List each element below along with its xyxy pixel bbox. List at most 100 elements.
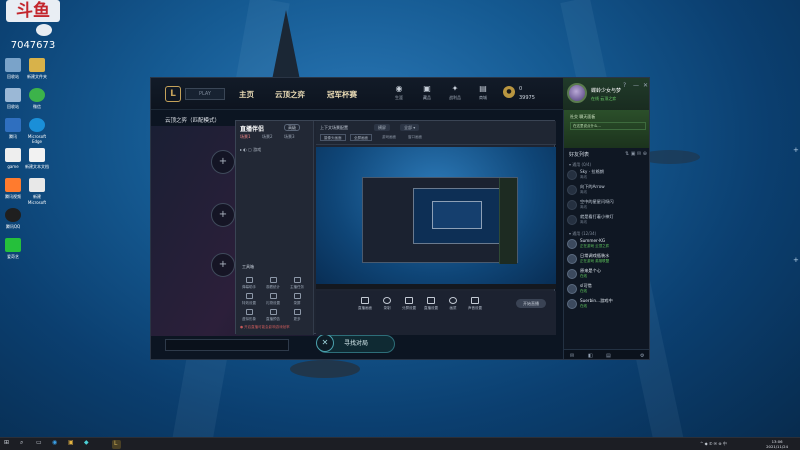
lobby-chat-input[interactable] <box>165 339 289 351</box>
stream-control-button[interactable]: 分屏设置 <box>398 297 420 311</box>
social-banner-input[interactable]: 在这里说点什么... <box>570 122 646 130</box>
friend-status: 离线 <box>580 175 587 179</box>
friends-toolbar[interactable]: ⇅ ▣ ✉ ⊕ <box>625 151 647 157</box>
close-icon[interactable]: ✕ <box>316 334 334 352</box>
friend-group-header[interactable]: ▾ 通用 (0/4) <box>569 162 591 168</box>
desktop-icon[interactable]: Microsoft Edge <box>24 118 50 144</box>
tab-scene-1[interactable]: 场景1 <box>240 134 251 140</box>
list-item[interactable]: 原来是个心 在线 <box>567 268 649 281</box>
career-button[interactable]: ◉ 生涯 <box>389 84 409 101</box>
desktop-icon-label: 腾讯QQ <box>5 224 21 229</box>
list-item[interactable]: Sky · 拉格朗 离线 <box>567 169 649 182</box>
notes-icon[interactable]: ▤ <box>606 353 611 359</box>
tool-button[interactable]: 虚拟形象 <box>240 309 258 322</box>
league-client-taskbar-button[interactable]: L <box>112 440 121 449</box>
find-match-button[interactable]: ✕ 寻找对局 <box>316 334 395 353</box>
list-item[interactable]: 就是看打着小神灯 离线 <box>567 214 649 227</box>
desktop-icon[interactable]: 回收站 <box>0 58 26 80</box>
profile-header[interactable]: 蝶蛉少女与梦 在线 云顶之弈 ? — ✕ <box>563 78 649 110</box>
tool-button[interactable]: 弹幕助手 <box>240 277 258 290</box>
tool-button[interactable]: 特效设置 <box>240 293 258 306</box>
play-button[interactable]: PLAY <box>185 88 225 100</box>
tab-scene-3[interactable]: 场景3 <box>284 134 295 140</box>
list-item[interactable]: 空中的星星闪呀闪 离线 <box>567 199 649 212</box>
desktop-icon[interactable]: 腾讯QQ <box>0 208 26 230</box>
fullscreen-source-button[interactable]: 全屏画面 <box>350 134 372 141</box>
stream-control-button[interactable]: 直播画面 <box>354 297 376 311</box>
desktop-icon[interactable]: 回收站 <box>0 88 26 110</box>
avatar <box>567 215 577 225</box>
nav-tft[interactable]: 云顶之弈 <box>275 89 305 100</box>
gear-icon[interactable]: ⚙ <box>640 353 644 359</box>
control-label: 直播设置 <box>424 306 438 310</box>
system-clock[interactable]: 13:06 2021/11/24 <box>766 439 788 449</box>
tool-button[interactable]: 观看统计 <box>264 277 282 290</box>
mission-icon[interactable]: ◧ <box>588 353 593 359</box>
tool-button[interactable]: 录屏 <box>288 293 306 306</box>
whale-silhouette <box>290 360 360 378</box>
screen-icon <box>361 297 369 304</box>
friend-status: 正在游戏 云顶之弈 <box>580 244 610 248</box>
tool-button[interactable]: 礼物设置 <box>264 293 282 306</box>
list-item[interactable]: sl可惜 在线 <box>567 283 649 296</box>
desktop-icon[interactable]: 新建 Microsoft <box>24 178 50 205</box>
collection-button[interactable]: ▣ 藏品 <box>417 84 437 101</box>
close-button[interactable]: ✕ <box>643 82 648 89</box>
app-icon[interactable]: ◆ <box>84 439 89 446</box>
chat-icon[interactable]: ✉ <box>570 353 574 359</box>
help-button[interactable]: ? <box>623 82 626 89</box>
list-item[interactable]: 向下的Arrow 离线 <box>567 184 649 197</box>
desktop-icon[interactable]: 新建文件夹 <box>24 58 50 80</box>
desktop-icon-label: game <box>7 164 19 169</box>
edge-icon[interactable]: ◉ <box>52 439 57 446</box>
friend-group-header[interactable]: ▾ 通用 (12/34) <box>569 231 596 237</box>
record-icon <box>293 293 301 299</box>
desktop-icon[interactable]: 腾讯视频 <box>0 178 26 200</box>
minimize-button[interactable]: — <box>633 82 639 89</box>
start-stream-button[interactable]: 开始直播 <box>516 299 546 308</box>
source-filter-dropdown[interactable]: 全部 ▾ <box>400 124 420 131</box>
system-tray[interactable]: ^ ◆ ✆ ✉ ⊕ 中 <box>700 441 727 447</box>
list-item[interactable]: 日常调戏瓶装水 正在游戏 英雄联盟 <box>567 253 649 266</box>
tab-scene-2[interactable]: 场景2 <box>262 134 273 140</box>
tencent-icon <box>5 118 21 132</box>
file-explorer-icon[interactable]: ▣ <box>68 439 74 446</box>
desktop-icon-label: 腾讯视频 <box>5 194 21 199</box>
tool-button[interactable]: 主播任务 <box>288 277 306 290</box>
desktop-icon[interactable]: 微信 <box>24 88 50 110</box>
tool-button[interactable]: 直播预告 <box>264 309 282 322</box>
desktop-icon[interactable]: 爱奇艺 <box>0 238 26 260</box>
desktop-icon-label: 新建文本文档 <box>25 164 49 169</box>
invite-slot-button[interactable]: + <box>211 253 235 277</box>
store-button[interactable]: ▤ 商城 <box>473 84 493 101</box>
stream-control-button[interactable]: 录制 <box>376 297 398 311</box>
nav-home[interactable]: 主页 <box>239 89 254 100</box>
tool-button[interactable]: 更多 <box>288 309 306 322</box>
search-icon[interactable]: ⌕ <box>20 439 23 447</box>
window-source-button[interactable]: 窗口画面 <box>408 135 422 140</box>
desktop-icon[interactable]: game <box>0 148 26 169</box>
desktop-icon-label: 爱奇艺 <box>7 254 19 259</box>
invite-slot-button[interactable]: + <box>211 150 235 174</box>
orientation-chip[interactable]: 横屏 <box>374 124 390 131</box>
invite-slot-button[interactable]: + <box>211 203 235 227</box>
control-label: 画质 <box>449 306 457 310</box>
stream-control-button[interactable]: 画质 <box>442 297 464 311</box>
stream-control-button[interactable]: 直播设置 <box>420 297 442 311</box>
scene-source-row[interactable]: ▸ ◐ ▢ 游戏 <box>240 147 261 153</box>
camera-source-button[interactable]: 摄像头画面 <box>320 134 346 141</box>
list-item[interactable]: Summer·KG 正在游戏 云顶之弈 <box>567 238 649 251</box>
edge-expand-icon[interactable]: + <box>793 256 799 264</box>
desktop-icon[interactable]: 新建文本文档 <box>24 148 50 170</box>
edge-expand-icon[interactable]: + <box>793 146 799 154</box>
store-label: 商城 <box>479 95 487 100</box>
stream-left-panel: 直播伴侣 高级 场景1 场景2 场景3 ▸ ◐ ▢ 游戏 工具箱 弹幕助手 观看… <box>236 121 314 335</box>
stream-control-button[interactable]: 声音设置 <box>464 297 486 311</box>
desktop-icon[interactable]: 腾讯 <box>0 118 26 140</box>
list-item[interactable]: Suerbin...游戏中 在线 <box>567 298 649 311</box>
nav-clash[interactable]: 冠军杯赛 <box>327 89 357 100</box>
game-source-button[interactable]: 游戏画面 <box>382 135 396 140</box>
loot-button[interactable]: ✦ 战利品 <box>445 84 465 101</box>
start-icon[interactable]: ⊞ <box>4 439 9 446</box>
task-view-icon[interactable]: ▭ <box>36 439 42 446</box>
